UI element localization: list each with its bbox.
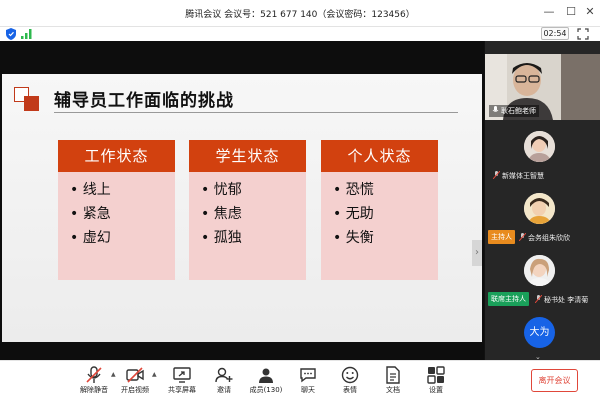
presentation-slide: 辅导员工作面临的挑战 工作状态 • 线上 • 紧急 • 虚幻 学生状态 • 忧郁… xyxy=(2,74,482,342)
window-title: 腾讯会议 会议号：521 677 140（会议密码：123456） xyxy=(185,10,415,20)
document-icon xyxy=(386,366,400,384)
slide-title: 辅导员工作面临的挑战 xyxy=(54,91,234,111)
list-item: • 线上 xyxy=(70,182,111,198)
share-screen-icon xyxy=(173,367,191,383)
expand-panel-arrow[interactable]: › xyxy=(472,240,482,266)
list-item: • 忧郁 xyxy=(201,182,242,198)
list-item: • 孤独 xyxy=(201,230,242,246)
column-heading: 学生状态 xyxy=(189,140,306,172)
meeting-toolbar: 解除静音 ▲ 开启视频 ▲ 共享屏幕 邀请 成员(130) 聊天 表情 文档 设… xyxy=(0,360,600,400)
muted-mic-icon xyxy=(535,295,542,303)
muted-mic-icon xyxy=(86,366,102,383)
avatar xyxy=(524,255,555,286)
participant-tile[interactable]: 联席主持人 秘书处 李清菊 xyxy=(485,249,600,311)
meeting-status-bar: 02:54 xyxy=(0,27,600,41)
tool-label: 文档 xyxy=(386,386,400,394)
muted-mic-icon xyxy=(493,171,500,179)
meeting-timer: 02:54 xyxy=(541,27,569,40)
list-item: • 失衡 xyxy=(333,230,374,246)
settings-icon xyxy=(427,366,445,384)
video-participant-name: 耿石鲍老师 xyxy=(489,105,539,117)
column-personal-status: 个人状态 • 恐慌 • 无助 • 失衡 xyxy=(321,140,438,280)
list-item: • 紧急 xyxy=(70,206,111,222)
tool-label: 邀请 xyxy=(217,386,231,394)
mic-icon xyxy=(492,106,499,112)
invite-button[interactable]: 邀请 xyxy=(202,364,246,400)
slide-title-decoration-fill xyxy=(24,96,39,111)
video-tile[interactable]: 耿石鲍老师 xyxy=(485,54,600,120)
column-heading: 工作状态 xyxy=(58,140,175,172)
list-item: • 虚幻 xyxy=(70,230,111,246)
participant-tile[interactable]: 新媒体王智慧 xyxy=(485,125,600,187)
settings-button[interactable]: 设置 xyxy=(414,364,458,400)
minimize-button[interactable]: — xyxy=(542,5,556,19)
tool-label: 表情 xyxy=(343,386,357,394)
network-signal-icon[interactable] xyxy=(21,29,33,39)
list-item: • 无助 xyxy=(333,206,374,222)
fullscreen-icon[interactable] xyxy=(577,28,589,40)
tool-label: 共享屏幕 xyxy=(168,386,196,394)
participant-name: 新媒体王智慧 xyxy=(493,171,544,181)
video-off-icon xyxy=(126,367,144,383)
members-button[interactable]: 成员(130) xyxy=(244,364,288,400)
members-icon xyxy=(259,368,273,383)
list-item: • 焦虑 xyxy=(201,206,242,222)
maximize-button[interactable]: ☐ xyxy=(564,5,578,19)
close-button[interactable]: ✕ xyxy=(583,5,597,19)
host-badge: 主持人 xyxy=(488,230,515,244)
tool-label: 解除静音 xyxy=(80,386,108,394)
emoji-button[interactable]: 表情 xyxy=(328,364,372,400)
title-divider xyxy=(54,112,458,113)
document-button[interactable]: 文档 xyxy=(371,364,415,400)
tool-label: 设置 xyxy=(429,386,443,394)
chat-button[interactable]: 聊天 xyxy=(286,364,330,400)
title-bar: 腾讯会议 会议号：521 677 140（会议密码：123456） — ☐ ✕ xyxy=(0,0,600,27)
shared-screen-area: 辅导员工作面临的挑战 工作状态 • 线上 • 紧急 • 虚幻 学生状态 • 忧郁… xyxy=(0,41,484,360)
muted-mic-icon xyxy=(519,233,526,241)
participant-panel: 耿石鲍老师 新媒体王智慧 主持人 会务组朱欣欣 联席主持人 秘书处 李清菊 大为… xyxy=(484,41,600,361)
avatar: 大为 xyxy=(524,317,555,348)
start-video-button[interactable]: 开启视频 xyxy=(113,364,157,400)
participant-tile[interactable]: 主持人 会务组朱欣欣 xyxy=(485,187,600,249)
tool-label: 聊天 xyxy=(301,386,315,394)
tool-label: 成员(130) xyxy=(249,386,283,394)
avatar xyxy=(524,193,555,224)
participant-name: 秘书处 李清菊 xyxy=(535,295,588,305)
video-options-caret[interactable]: ▲ xyxy=(152,371,157,378)
column-work-status: 工作状态 • 线上 • 紧急 • 虚幻 xyxy=(58,140,175,280)
share-screen-button[interactable]: 共享屏幕 xyxy=(160,364,204,400)
column-heading: 个人状态 xyxy=(321,140,438,172)
security-shield-icon[interactable] xyxy=(6,28,16,40)
emoji-icon xyxy=(341,366,359,384)
cohost-badge: 联席主持人 xyxy=(488,292,529,306)
participant-name: 会务组朱欣欣 xyxy=(519,233,570,243)
leave-meeting-button[interactable]: 离开会议 xyxy=(531,369,578,392)
tool-label: 开启视频 xyxy=(121,386,149,394)
column-student-status: 学生状态 • 忧郁 • 焦虑 • 孤独 xyxy=(189,140,306,280)
invite-icon xyxy=(215,367,233,383)
unmute-button[interactable]: 解除静音 xyxy=(72,364,116,400)
avatar xyxy=(524,131,555,162)
list-item: • 恐慌 xyxy=(333,182,374,198)
chat-icon xyxy=(300,368,316,383)
